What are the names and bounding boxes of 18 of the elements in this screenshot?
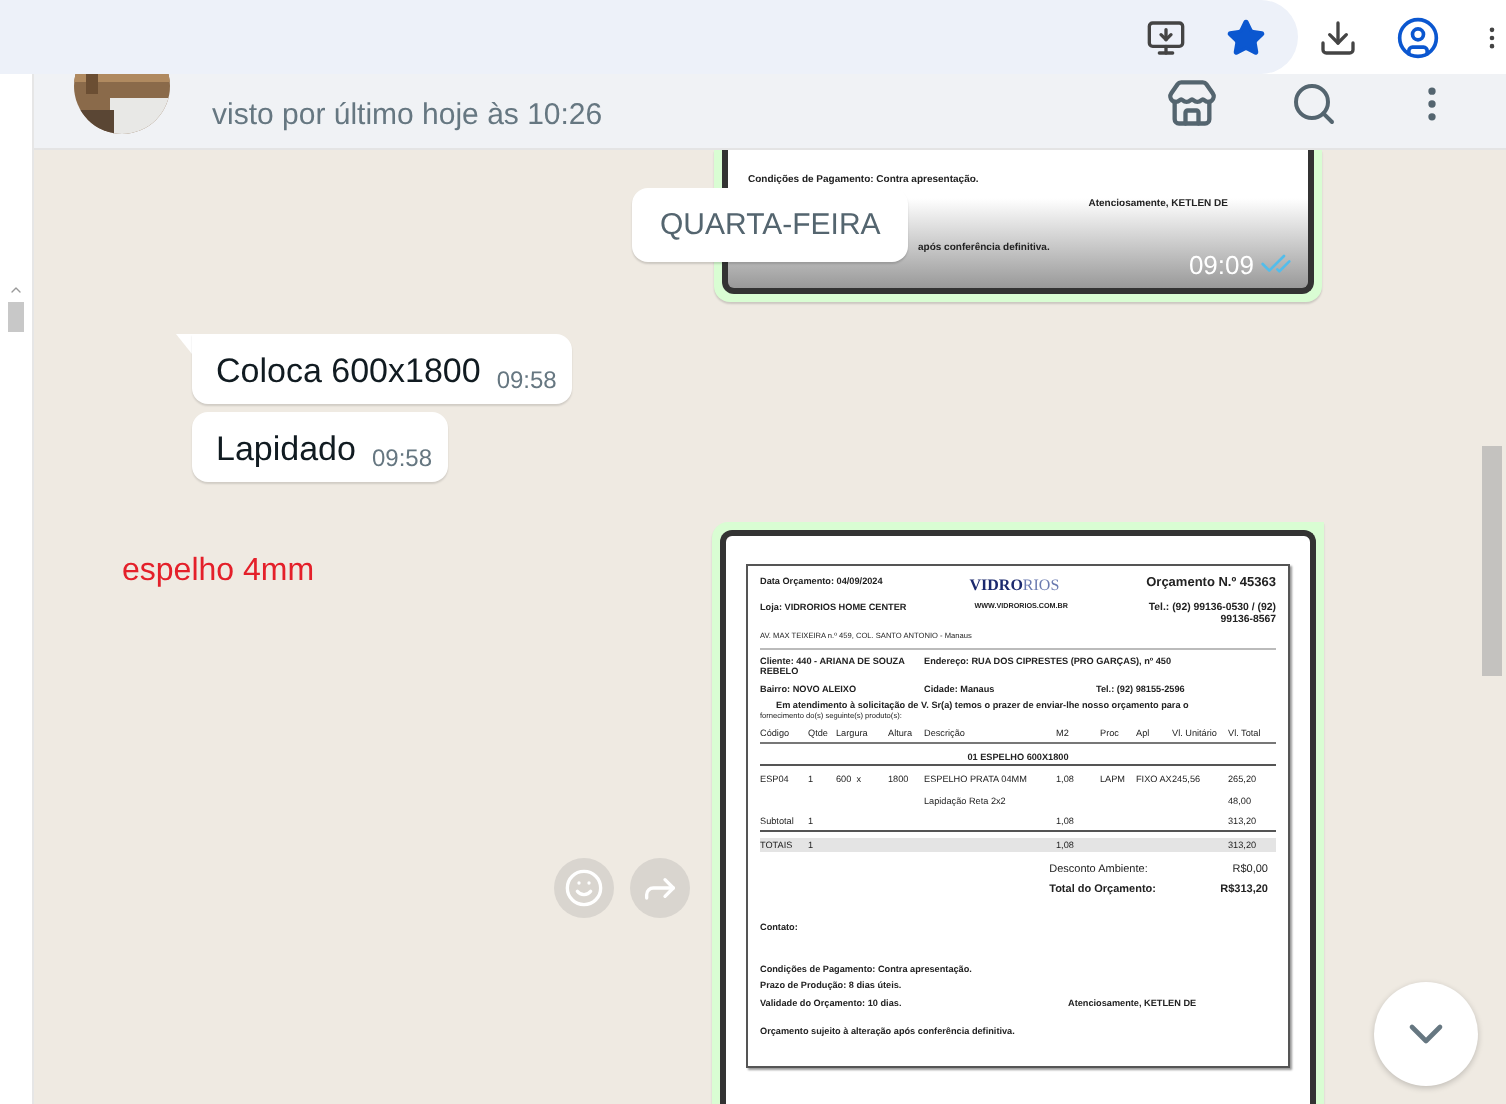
message-bubble[interactable]: Lapidado 09:58 [192, 412, 448, 482]
message-text: Coloca 600x1800 [216, 352, 481, 392]
scroll-up-icon[interactable] [8, 282, 24, 298]
last-seen-status: visto por último hoje às 10:26 [212, 98, 605, 132]
annotation-text: espelho 4mm [122, 554, 315, 590]
message-text: Lapidado [216, 430, 356, 470]
message-time: 09:58 [496, 366, 557, 394]
scrollbar-thumb[interactable] [1482, 446, 1502, 676]
message-time: 09:09 [1188, 249, 1254, 279]
store-icon[interactable] [1166, 78, 1218, 130]
message-time: 09:58 [371, 444, 432, 472]
smiley-icon [564, 868, 604, 908]
date-toast: QUARTA-FEIRA [632, 188, 909, 262]
profile-icon[interactable] [1394, 13, 1442, 61]
store-logo: VIDRORIOS [969, 576, 1060, 596]
scrollbar-thumb[interactable] [8, 302, 24, 332]
search-icon[interactable] [1290, 80, 1338, 128]
message-bubble[interactable]: Coloca 600x1800 09:58 [192, 334, 573, 404]
